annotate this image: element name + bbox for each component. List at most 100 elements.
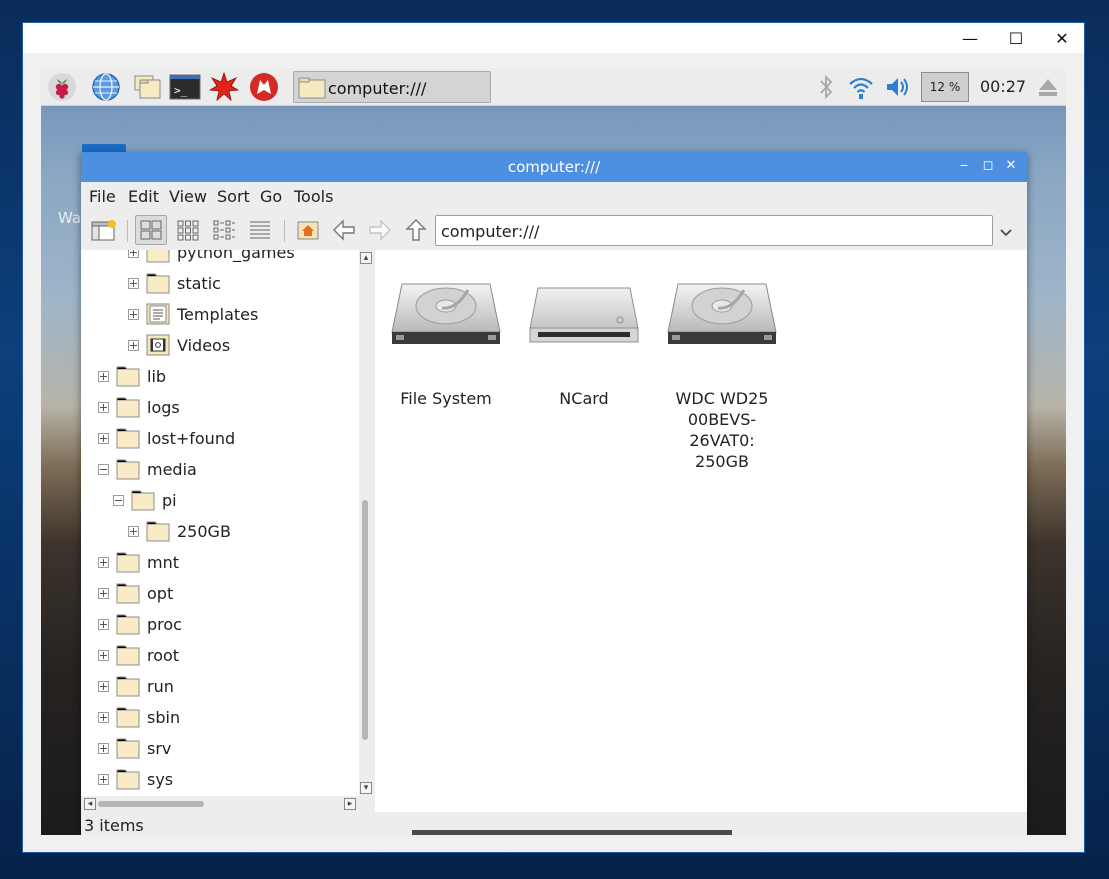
expand-icon[interactable]	[98, 711, 109, 723]
menu-view[interactable]: View	[169, 187, 207, 206]
scroll-down-arrow[interactable]: ▾	[360, 782, 372, 794]
host-maximize-button[interactable]: ☐	[993, 23, 1039, 53]
tree-item-python-games[interactable]: python_games	[128, 250, 295, 266]
expand-icon[interactable]	[98, 618, 109, 630]
web-browser-icon[interactable]	[91, 72, 121, 102]
home-button[interactable]	[292, 215, 324, 245]
tree-item-static[interactable]: static	[128, 269, 221, 297]
expand-icon[interactable]	[98, 742, 109, 754]
toolbar-handle[interactable]	[412, 830, 732, 835]
detailed-list-view-button[interactable]	[244, 215, 276, 245]
desktop-icon-label: Wa	[58, 209, 82, 227]
drive-item[interactable]: File System	[381, 280, 511, 409]
forward-arrow-icon	[369, 219, 391, 241]
tree-item-label: media	[147, 459, 197, 479]
expand-icon[interactable]	[98, 649, 109, 661]
thumbnail-view-button[interactable]	[172, 215, 204, 245]
folder-icon	[116, 768, 140, 790]
compact-view-button[interactable]	[208, 215, 240, 245]
tree-item-250gb[interactable]: 250GB	[128, 517, 231, 545]
tree-item-lib[interactable]: lib	[98, 362, 166, 390]
menu-go[interactable]: Go	[260, 187, 282, 206]
terminal-icon[interactable]: >_	[169, 72, 201, 102]
tree-item-sys[interactable]: sys	[98, 765, 173, 793]
tree-item-lost-found[interactable]: lost+found	[98, 424, 235, 452]
address-history-dropdown[interactable]	[999, 224, 1013, 242]
window-minimize-button[interactable]: ‒	[954, 156, 974, 176]
tree-horizontal-scrollbar[interactable]: ◂ ▸	[81, 796, 359, 812]
scrollbar-thumb[interactable]	[98, 801, 204, 807]
folder-icon	[131, 489, 155, 511]
expand-icon[interactable]	[98, 773, 109, 785]
expand-icon[interactable]	[98, 432, 109, 444]
directory-tree[interactable]: python_gamesstatic Templates Videos lib logs…	[81, 250, 359, 796]
drive-item[interactable]: NCard	[519, 280, 649, 409]
scroll-up-arrow[interactable]: ▴	[360, 252, 372, 264]
collapse-icon[interactable]	[113, 494, 124, 506]
mathematica-icon[interactable]	[208, 71, 240, 102]
back-button[interactable]	[328, 215, 360, 245]
taskbar-window-button[interactable]: computer:///	[293, 71, 491, 103]
clock[interactable]: 00:27	[980, 77, 1026, 96]
eject-icon[interactable]	[1033, 72, 1063, 102]
bluetooth-icon[interactable]	[811, 72, 841, 102]
window-close-button[interactable]: ✕	[1001, 156, 1021, 176]
address-bar[interactable]: computer:///	[435, 215, 993, 246]
menu-file[interactable]: File	[89, 187, 116, 206]
scrollbar-thumb[interactable]	[362, 500, 368, 740]
tree-item-templates[interactable]: Templates	[128, 300, 258, 328]
expand-icon[interactable]	[128, 250, 139, 258]
sd-card-drive-icon	[519, 280, 649, 350]
tree-item-sbin[interactable]: sbin	[98, 703, 180, 731]
folder-icon	[116, 582, 140, 604]
menu-edit[interactable]: Edit	[128, 187, 159, 206]
expand-icon[interactable]	[128, 525, 139, 537]
window-maximize-button[interactable]: ◻	[978, 156, 998, 176]
raspberry-pi-menu-icon[interactable]	[47, 72, 77, 102]
expand-icon[interactable]	[98, 587, 109, 599]
expand-icon[interactable]	[98, 370, 109, 382]
file-manager-icon[interactable]	[131, 72, 161, 102]
menu-tools[interactable]: Tools	[294, 187, 333, 206]
remote-session-toolbar: 🖈i⌨?⤢⇱✕	[412, 830, 732, 835]
collapse-icon[interactable]	[98, 463, 109, 475]
tree-item-media[interactable]: media	[98, 455, 197, 483]
tree-item-label: Videos	[177, 335, 231, 355]
tree-item-srv[interactable]: srv	[98, 734, 171, 762]
expand-icon[interactable]	[128, 339, 139, 351]
host-close-button[interactable]: ✕	[1039, 23, 1085, 53]
remote-desktop-screen[interactable]: >_ computer:/// 12 % 00:27 Wa computer:/…	[41, 69, 1066, 835]
wifi-icon[interactable]	[846, 72, 876, 102]
wolfram-icon[interactable]	[249, 72, 279, 102]
forward-button[interactable]	[364, 215, 396, 245]
status-item-count: 3 items	[84, 816, 144, 835]
expand-icon[interactable]	[128, 308, 139, 320]
volume-icon[interactable]	[883, 72, 913, 102]
scroll-left-arrow[interactable]: ◂	[84, 798, 96, 810]
expand-icon[interactable]	[98, 556, 109, 568]
menu-sort[interactable]: Sort	[217, 187, 250, 206]
expand-icon[interactable]	[128, 277, 139, 289]
tree-vertical-scrollbar[interactable]: ▴ ▾	[359, 250, 373, 796]
scroll-right-arrow[interactable]: ▸	[344, 798, 356, 810]
up-button[interactable]	[400, 215, 432, 245]
file-manager-titlebar[interactable]: computer:/// ‒ ◻ ✕	[81, 152, 1027, 182]
tree-item-mnt[interactable]: mnt	[98, 548, 179, 576]
folder-icon	[146, 272, 170, 294]
tree-item-opt[interactable]: opt	[98, 579, 173, 607]
new-window-button[interactable]	[88, 215, 120, 245]
expand-icon[interactable]	[98, 401, 109, 413]
tree-item-logs[interactable]: logs	[98, 393, 180, 421]
file-view-pane[interactable]: File System NCard WDC WD25 00BEVS-26VAT0: …	[375, 250, 1027, 812]
tree-item-proc[interactable]: proc	[98, 610, 182, 638]
tree-item-pi[interactable]: pi	[113, 486, 177, 514]
icon-view-button[interactable]	[135, 215, 167, 245]
tree-item-run[interactable]: run	[98, 672, 174, 700]
expand-icon[interactable]	[98, 680, 109, 692]
drive-item[interactable]: WDC WD25 00BEVS-26VAT0: 250GB	[657, 280, 787, 472]
tree-item-root[interactable]: root	[98, 641, 179, 669]
folder-icon	[116, 458, 140, 480]
tree-item-videos[interactable]: Videos	[128, 331, 230, 359]
host-minimize-button[interactable]: —	[947, 23, 993, 53]
remote-viewer-window: — ☐ ✕ >_ computer:/// 12 % 00:27 Wa comp…	[22, 22, 1085, 853]
